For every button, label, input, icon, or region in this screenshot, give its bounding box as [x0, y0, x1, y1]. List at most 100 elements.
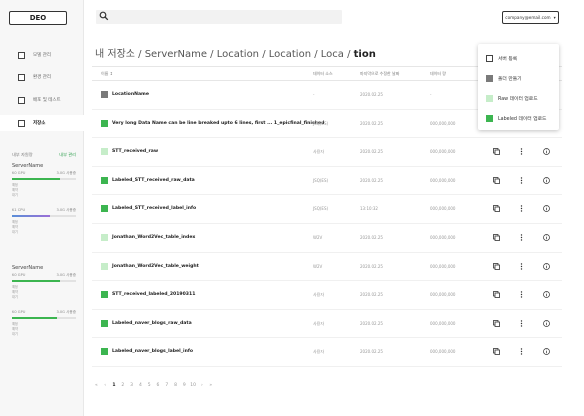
data-size: 000,000,000: [430, 177, 456, 183]
page-5-button[interactable]: 5: [145, 383, 154, 388]
copy-icon[interactable]: [492, 204, 501, 213]
search-input[interactable]: [96, 10, 342, 24]
labeled-data-icon: [101, 205, 108, 213]
breadcrumb-path[interactable]: 내 저장소 / ServerName / Location / Location…: [95, 49, 354, 60]
copy-icon[interactable]: [492, 290, 501, 299]
resource-usage: 3.0G 사용중: [56, 171, 76, 175]
table-row[interactable]: STT_received_raw 사용자 2020.02.25 000,000,000: [92, 138, 562, 167]
table-row[interactable]: STT_received_labeled_20190311 사용자 2020.02.…: [92, 281, 562, 310]
page-3-button[interactable]: 3: [127, 383, 136, 388]
info-icon[interactable]: [542, 147, 551, 156]
menu-item-label: 서버 등록: [498, 56, 518, 62]
file-name-cell[interactable]: LocationName: [101, 91, 149, 98]
info-icon[interactable]: [542, 176, 551, 185]
usage-bar-fill: [12, 178, 60, 180]
table-row[interactable]: Jonathan_Word2Vec_table_weight W2V 2020.02…: [92, 253, 562, 282]
copy-icon[interactable]: [492, 262, 501, 271]
sidebar-item-label: 배포 및 테스트: [33, 98, 61, 103]
menu-item-folder[interactable]: 폴더 만들기: [486, 72, 522, 84]
sidebar-item-1[interactable]: 모델 관리: [0, 47, 84, 63]
menu-item-server[interactable]: 서버 등록: [486, 52, 517, 64]
prev-page-button[interactable]: ‹: [101, 383, 110, 388]
file-name: STT_received_raw: [112, 149, 159, 155]
page-2-button[interactable]: 2: [118, 383, 127, 388]
info-icon[interactable]: [542, 347, 551, 356]
file-name-cell[interactable]: Labeled_STT_received_label_info: [101, 205, 196, 213]
more-icon[interactable]: [517, 204, 526, 213]
info-icon[interactable]: [542, 319, 551, 328]
page-8-button[interactable]: 8: [171, 383, 180, 388]
more-icon[interactable]: [517, 319, 526, 328]
account-dropdown[interactable]: company@email.com ▾: [502, 11, 559, 24]
search-icon[interactable]: [99, 11, 109, 21]
copy-icon[interactable]: [492, 233, 501, 242]
page-9-button[interactable]: 9: [180, 383, 189, 388]
file-name-cell[interactable]: Labeled_naver_blogs_label_info: [101, 348, 193, 356]
page-10-button[interactable]: 10: [189, 383, 198, 388]
logo[interactable]: DEO: [9, 11, 67, 25]
page-4-button[interactable]: 4: [136, 383, 145, 388]
sidebar-item-3[interactable]: 배포 및 테스트: [0, 92, 84, 108]
page-7-button[interactable]: 7: [162, 383, 171, 388]
file-name-cell[interactable]: STT_received_labeled_20190311: [101, 291, 195, 299]
file-name-cell[interactable]: Jonathan_Word2Vec_table_index: [101, 233, 196, 241]
folder-icon: [101, 91, 108, 98]
file-name: LocationName: [112, 92, 149, 97]
modified-date: 2020.02.25: [360, 177, 383, 183]
sidebar-item-2[interactable]: 환경 관리: [0, 69, 84, 85]
info-icon[interactable]: [542, 262, 551, 271]
last-page-button[interactable]: »: [206, 383, 215, 388]
copy-icon[interactable]: [492, 176, 501, 185]
raw-data-icon: [101, 233, 108, 241]
file-name-cell[interactable]: STT_received_raw: [101, 148, 159, 156]
table-row[interactable]: Labeled_naver_blogs_raw_data 사용자 2020.02.2…: [92, 310, 562, 339]
info-icon[interactable]: [542, 204, 551, 213]
menu-item-label: Labeled 데이터 업로드: [498, 116, 547, 122]
file-name-cell[interactable]: Labeled_STT_received_raw_data: [101, 176, 195, 184]
file-name: Jonathan_Word2Vec_table_index: [112, 234, 196, 240]
table-row[interactable]: Jonathan_Word2Vec_table_index W2V 2020.02.…: [92, 224, 562, 253]
usage-bar-fill: [12, 215, 51, 217]
data-source: -: [313, 92, 315, 97]
page-1-button[interactable]: 1: [110, 383, 119, 388]
sidebar-item-4[interactable]: 저장소: [0, 115, 84, 131]
data-size: 000,000,000: [430, 149, 456, 155]
resource-row: K1 CPU 3.0G 사용중: [12, 208, 76, 213]
system-resources-header: 내부 자원량 내부 관리: [12, 152, 76, 158]
sidebar-item-label: 저장소: [33, 121, 46, 126]
next-page-button[interactable]: ›: [198, 383, 207, 388]
more-icon[interactable]: [517, 233, 526, 242]
copy-icon[interactable]: [492, 347, 501, 356]
menu-item-labeled[interactable]: Labeled 데이터 업로드: [486, 112, 546, 124]
table-row[interactable]: Labeled_naver_blogs_label_info 사용자 2020.02…: [92, 338, 562, 367]
copy-icon[interactable]: [492, 319, 501, 328]
raw-data-icon: [101, 262, 108, 270]
file-name-cell[interactable]: Jonathan_Word2Vec_table_weight: [101, 262, 199, 270]
folder-icon: [486, 74, 493, 82]
more-icon[interactable]: [517, 347, 526, 356]
resource-row: K0 GPU 3.0G 사용중: [12, 273, 76, 278]
info-icon[interactable]: [542, 233, 551, 242]
usage-bar: [12, 280, 76, 282]
file-name-cell[interactable]: Labeled_naver_blogs_raw_data: [101, 319, 192, 327]
column-name-header[interactable]: 이름 ↕: [101, 71, 113, 77]
data-source: W2V: [313, 234, 323, 240]
page-6-button[interactable]: 6: [154, 383, 163, 388]
table-row[interactable]: Labeled_STT_received_label_info JSQ(ES) 13…: [92, 195, 562, 224]
more-icon[interactable]: [517, 176, 526, 185]
modified-date: 2020.02.25: [360, 149, 383, 155]
system-resources-link[interactable]: 내부 관리: [59, 152, 76, 158]
more-icon[interactable]: [517, 147, 526, 156]
info-icon[interactable]: [542, 290, 551, 299]
sidebar-item-label: 모델 관리: [33, 53, 51, 58]
copy-icon[interactable]: [492, 147, 501, 156]
first-page-button[interactable]: «: [92, 383, 101, 388]
resource-usage: 3.0G 사용중: [56, 310, 76, 314]
more-icon[interactable]: [517, 262, 526, 271]
data-source: 사용자: [313, 349, 325, 355]
menu-item-raw[interactable]: Raw 데이터 업로드: [486, 92, 538, 104]
table-row[interactable]: Labeled_STT_received_raw_data JSQ(ES) 2020…: [92, 167, 562, 196]
more-icon[interactable]: [517, 290, 526, 299]
file-name-cell[interactable]: Very long Data Name can be line breaked …: [101, 119, 324, 127]
